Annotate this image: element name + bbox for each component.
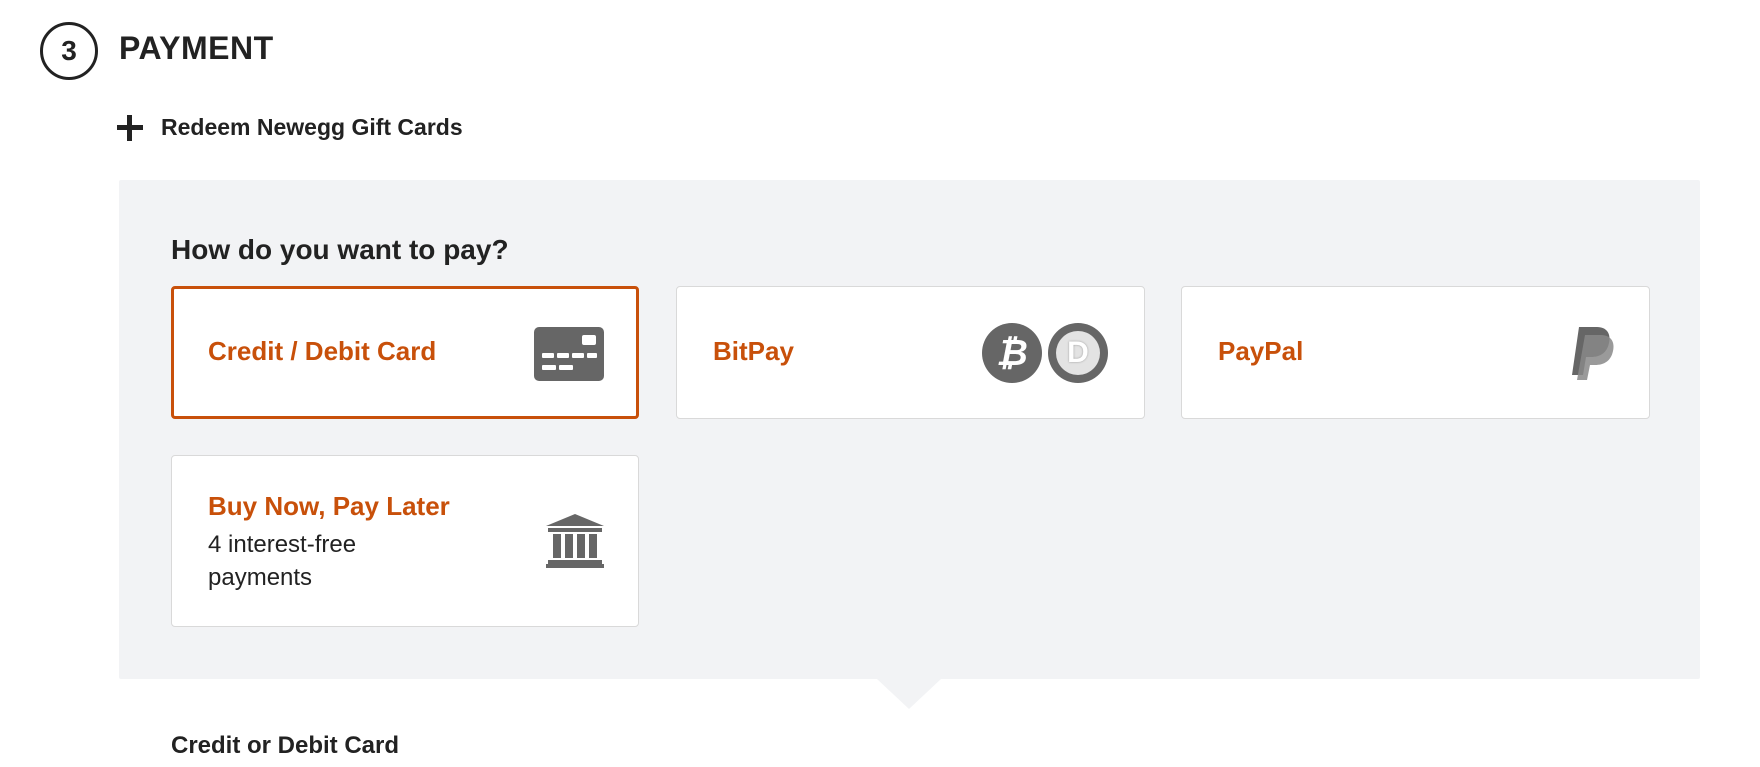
payment-option-label: PayPal bbox=[1218, 336, 1304, 366]
payment-option-label: BitPay bbox=[713, 336, 794, 366]
bank-icon bbox=[546, 514, 604, 568]
payment-page: 3 PAYMENT Redeem Newegg Gift Cards How d… bbox=[0, 0, 1760, 767]
payment-option-paypal[interactable]: PayPal bbox=[1181, 286, 1650, 419]
payment-option-credit-debit-card[interactable]: Credit / Debit Card bbox=[171, 286, 639, 419]
payment-option-label: Buy Now, Pay Later bbox=[208, 491, 450, 521]
payment-option-buy-now-pay-later[interactable]: Buy Now, Pay Later 4 interest-free payme… bbox=[171, 455, 639, 627]
bitcoin-icon: ₿ bbox=[982, 323, 1042, 383]
payment-methods-panel: How do you want to pay? Credit / Debit C… bbox=[119, 180, 1700, 679]
plus-icon bbox=[117, 114, 143, 141]
payment-option-label: Credit / Debit Card bbox=[208, 336, 437, 366]
section-title: PAYMENT bbox=[119, 30, 274, 66]
credit-card-icon bbox=[534, 327, 604, 381]
step-number-badge: 3 bbox=[40, 22, 98, 80]
redeem-gift-cards-toggle[interactable]: Redeem Newegg Gift Cards bbox=[117, 114, 463, 141]
card-form-title: Credit or Debit Card bbox=[171, 732, 400, 759]
payment-option-bitpay[interactable]: BitPay ₿ D bbox=[676, 286, 1145, 419]
dogecoin-icon: D bbox=[1048, 323, 1108, 383]
payment-question: How do you want to pay? bbox=[171, 234, 509, 265]
redeem-gift-cards-label: Redeem Newegg Gift Cards bbox=[161, 114, 463, 140]
paypal-icon bbox=[1572, 327, 1614, 380]
panel-pointer bbox=[877, 679, 941, 709]
step-number: 3 bbox=[61, 35, 77, 66]
payment-option-sublabel: 4 interest-free payments bbox=[208, 531, 357, 591]
